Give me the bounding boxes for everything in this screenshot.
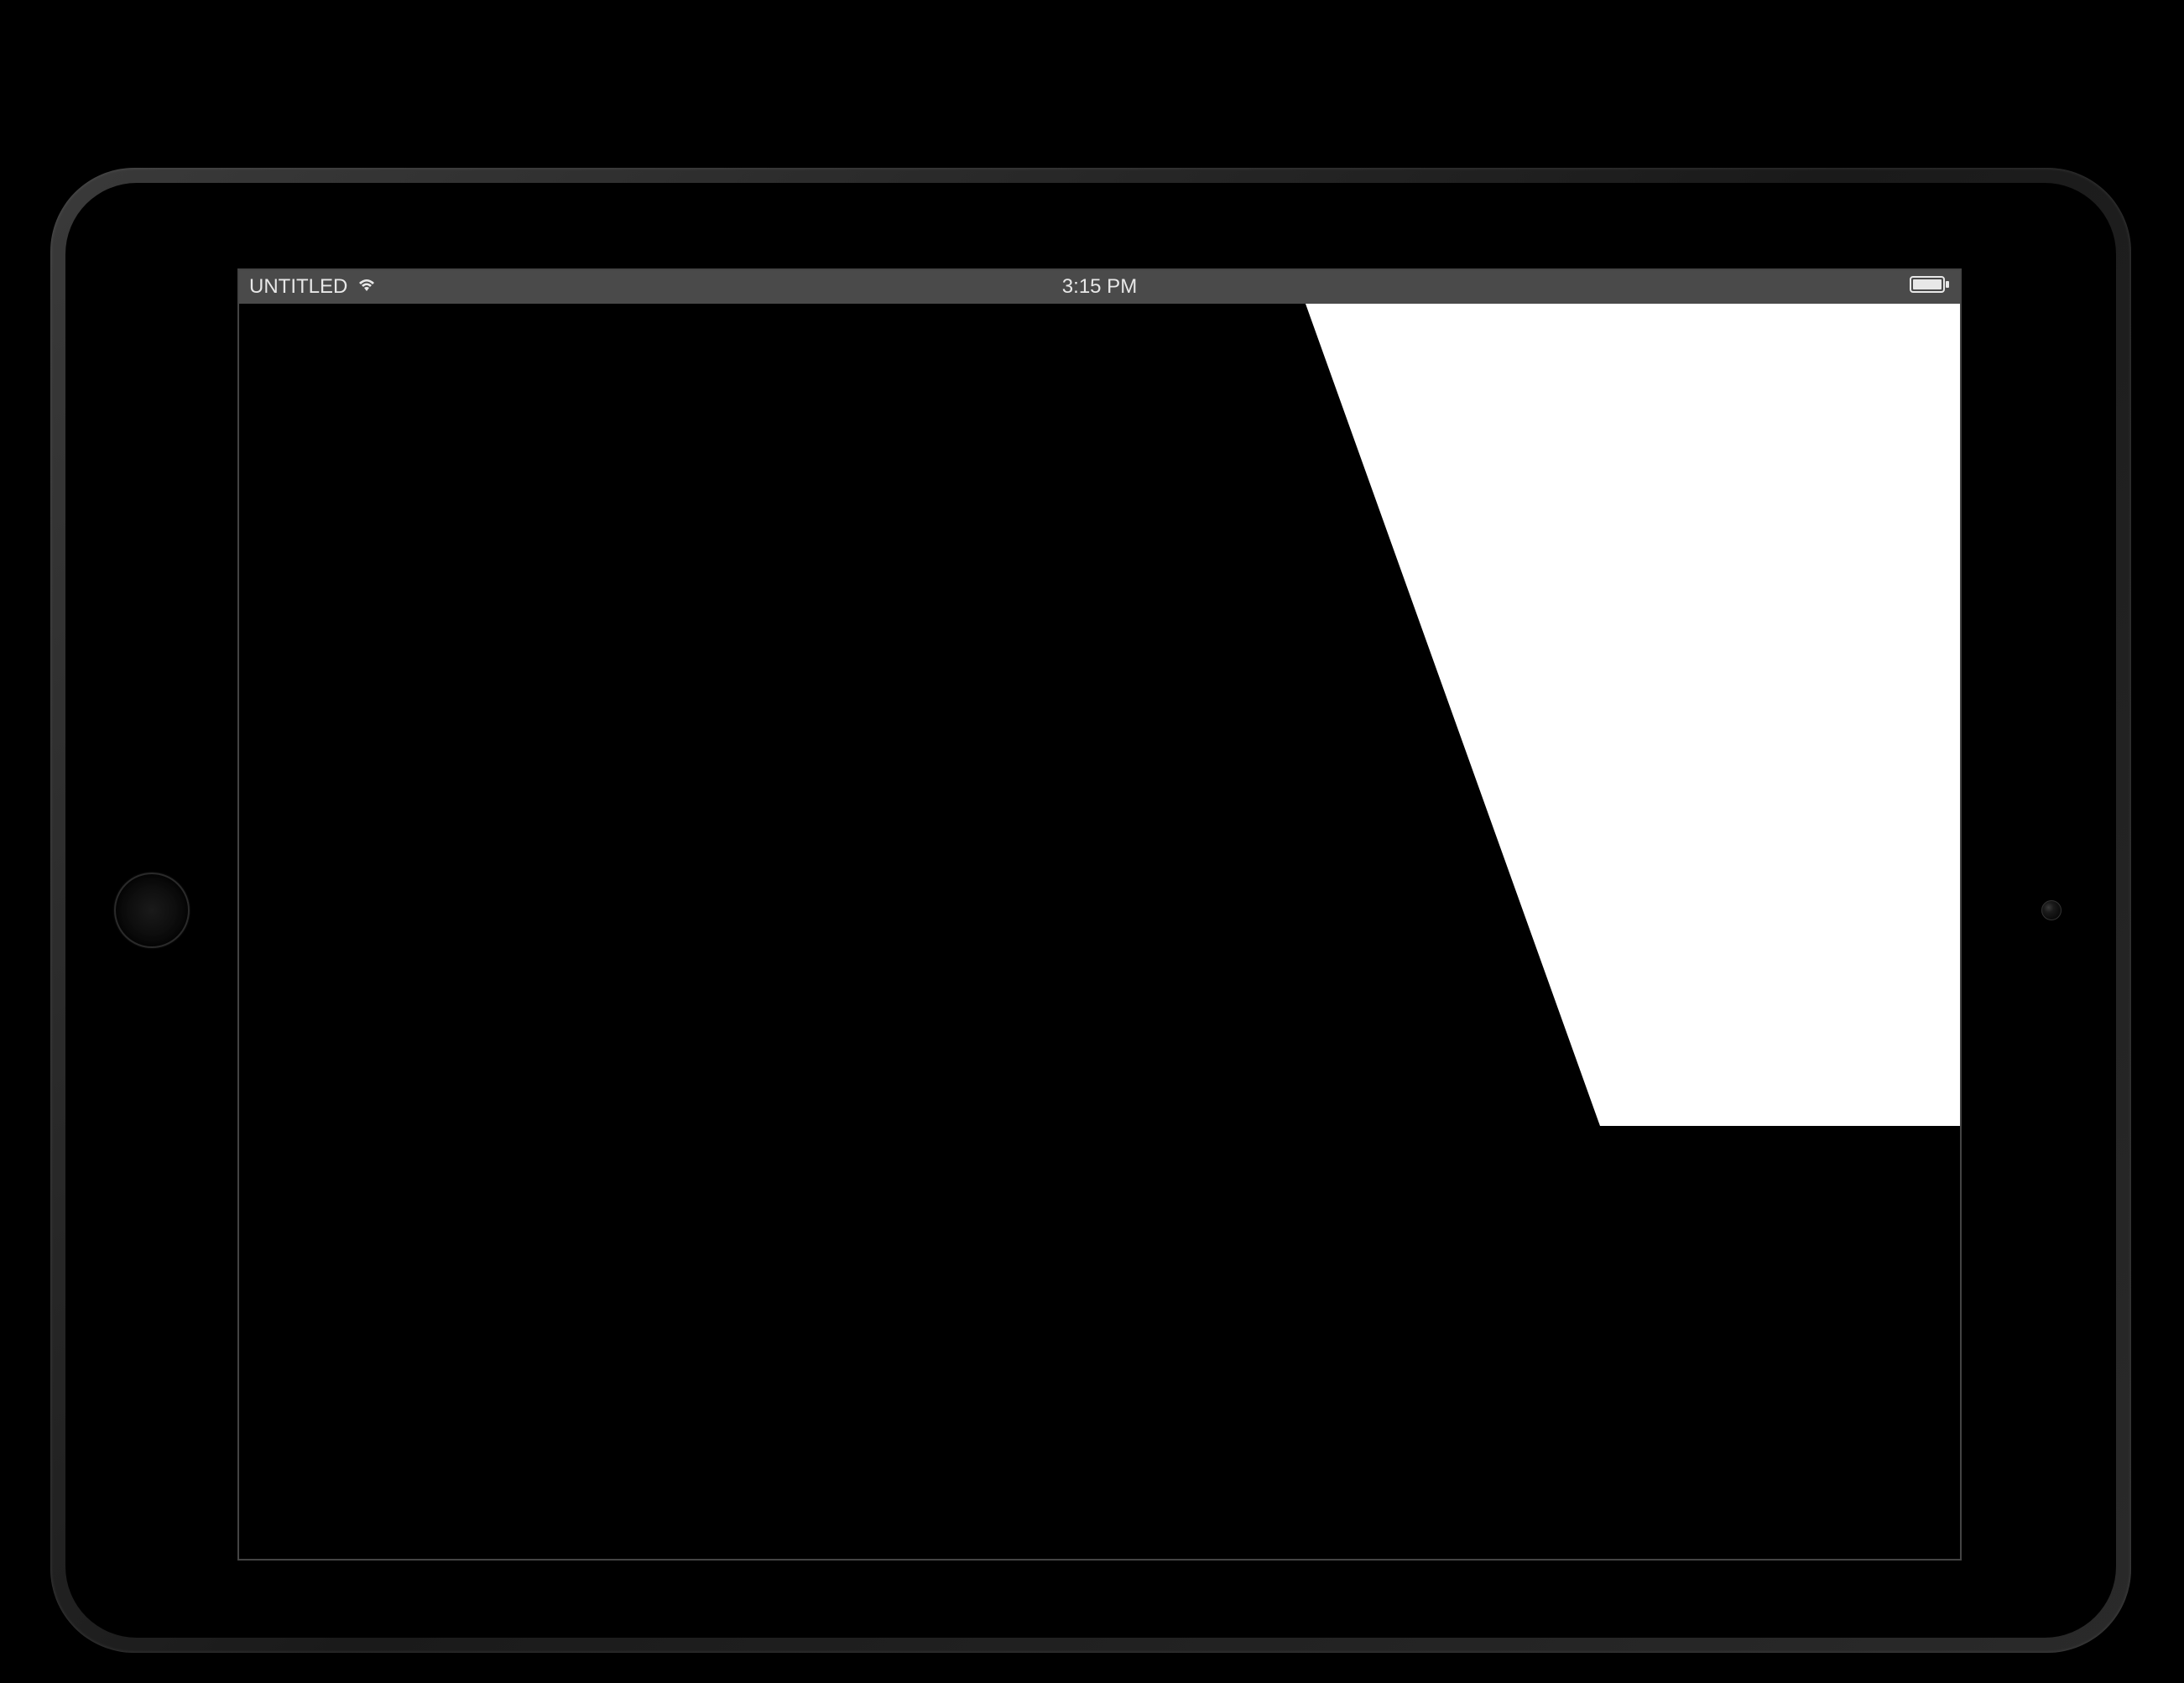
front-camera xyxy=(2041,900,2062,920)
white-shape xyxy=(1306,304,1960,1126)
device-inner: UNTITLED 3:15 PM xyxy=(65,183,2116,1638)
home-button[interactable] xyxy=(114,873,190,948)
status-bar: UNTITLED 3:15 PM xyxy=(239,270,1960,304)
status-right xyxy=(1910,275,1950,300)
screen: UNTITLED 3:15 PM xyxy=(237,268,1962,1561)
content-area xyxy=(239,304,1960,1559)
carrier-label: UNTITLED xyxy=(249,275,347,299)
battery-icon xyxy=(1910,275,1950,300)
status-left: UNTITLED xyxy=(249,275,378,299)
device-frame: UNTITLED 3:15 PM xyxy=(50,168,2131,1653)
wifi-icon xyxy=(356,275,378,299)
status-time: 3:15 PM xyxy=(1062,275,1137,299)
